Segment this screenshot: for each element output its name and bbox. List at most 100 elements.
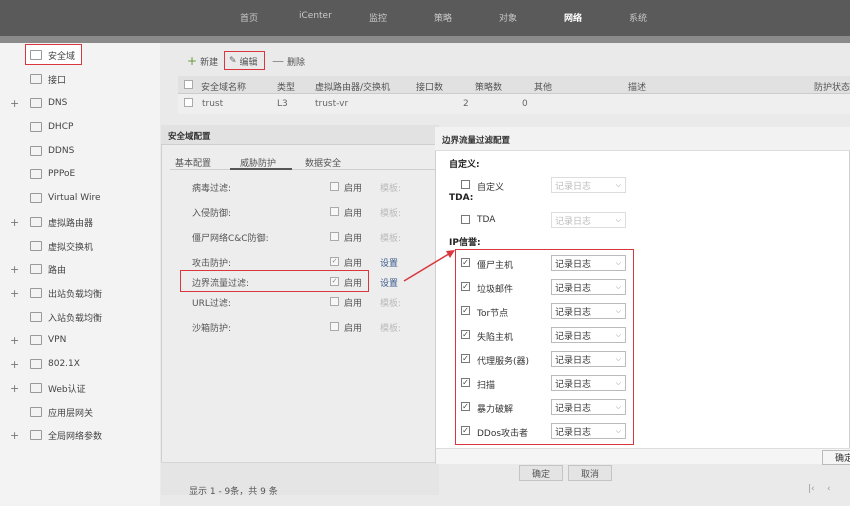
prev-page-icon[interactable]: ‹: [827, 484, 831, 494]
boundary-dialog-footer: [436, 448, 850, 464]
cell-policy-count: 0: [522, 99, 528, 109]
sub-header-bar: [0, 36, 850, 43]
threat-enable-checkbox[interactable]: [330, 232, 339, 241]
enable-label: 启用: [344, 259, 363, 269]
enable-label: 启用: [344, 184, 363, 194]
nav-icenter[interactable]: iCenter: [299, 11, 332, 21]
threat-row-label: URL过滤:: [192, 299, 231, 309]
threat-enable-checkbox[interactable]: [330, 182, 339, 191]
threat-enable-checkbox[interactable]: [330, 207, 339, 216]
boundary-ok-button[interactable]: 确定: [822, 450, 850, 465]
custom-action-select[interactable]: 记录日志 ⌵: [551, 177, 626, 193]
col-type[interactable]: 类型: [277, 80, 295, 93]
custom-heading: 自定义:: [449, 160, 480, 170]
nav-home[interactable]: 首页: [240, 11, 258, 24]
sidebar-item[interactable]: 接口: [0, 68, 160, 90]
sidebar-item[interactable]: Virtual Wire: [0, 187, 160, 209]
expand-icon[interactable]: +: [10, 334, 20, 347]
expand-icon[interactable]: +: [10, 287, 20, 300]
select-all-checkbox[interactable]: [184, 80, 193, 89]
col-if-count[interactable]: 接口数: [416, 80, 443, 93]
pppoe-icon: [30, 169, 42, 179]
col-policy-count[interactable]: 策略数: [475, 80, 502, 93]
template-label: 模板:: [380, 324, 402, 334]
chevron-down-icon: ⌵: [615, 216, 621, 224]
sidebar-item[interactable]: + 路由: [0, 258, 160, 280]
col-zone-name[interactable]: 安全域名称: [201, 80, 246, 93]
nav-policy[interactable]: 策略: [434, 11, 452, 24]
threat-enable-checkbox[interactable]: [330, 322, 339, 331]
virtual-router-icon: [30, 217, 42, 227]
nav-monitor[interactable]: 监控: [369, 11, 387, 24]
threat-row-label: 入侵防御:: [192, 209, 232, 219]
threat-row-label: 病毒过滤:: [192, 184, 232, 194]
threat-row-label: 攻击防护:: [192, 259, 232, 269]
sidebar-item-label: Web认证: [48, 384, 86, 395]
sidebar-item[interactable]: 安全域: [0, 44, 160, 66]
sidebar-item[interactable]: + DNS: [0, 92, 160, 114]
ip-reputation-heading: IP信誉:: [449, 238, 481, 248]
zone-cancel-button[interactable]: 取消: [568, 465, 612, 481]
expand-icon[interactable]: +: [10, 429, 20, 442]
nav-system[interactable]: 系统: [629, 11, 647, 24]
template-label: 模板:: [380, 234, 402, 244]
expand-icon[interactable]: +: [10, 263, 20, 276]
threat-row-label: 沙箱防护:: [192, 324, 232, 334]
virtual-switch-icon: [30, 241, 42, 251]
nav-object[interactable]: 对象: [499, 11, 517, 24]
interface-icon: [30, 74, 42, 84]
col-other[interactable]: 其他: [534, 80, 552, 93]
expand-icon[interactable]: +: [10, 358, 20, 371]
sidebar-item[interactable]: + 虚拟路由器: [0, 211, 160, 233]
sidebar-item[interactable]: 虚拟交换机: [0, 235, 160, 257]
inbound-lb-icon: [30, 312, 42, 322]
sidebar-item[interactable]: + 全局网络参数: [0, 424, 160, 446]
custom-checkbox[interactable]: [461, 180, 470, 189]
sidebar-item[interactable]: + 出站负载均衡: [0, 282, 160, 304]
settings-link[interactable]: 设置: [380, 256, 398, 269]
sidebar-item[interactable]: + Web认证: [0, 377, 160, 399]
edit-highlight-box: [224, 51, 265, 70]
sidebar-item-label: 虚拟交换机: [48, 242, 94, 253]
expand-icon[interactable]: +: [10, 382, 20, 395]
sidebar-item-label: 安全域: [48, 51, 76, 62]
tda-action-select[interactable]: 记录日志 ⌵: [551, 212, 626, 228]
sidebar-item[interactable]: DHCP: [0, 116, 160, 138]
settings-link[interactable]: 设置: [380, 276, 398, 289]
sidebar-item[interactable]: + VPN: [0, 329, 160, 351]
sidebar-item[interactable]: 应用层网关: [0, 401, 160, 423]
sidebar-item-label: 802.1X: [48, 359, 80, 369]
cell-vrouter: trust-vr: [315, 99, 349, 109]
threat-enable-checkbox[interactable]: [330, 297, 339, 306]
delete-button[interactable]: — 删除: [272, 52, 305, 70]
sidebar-item-label: 路由: [48, 265, 67, 276]
enable-label: 启用: [344, 299, 363, 309]
expand-icon[interactable]: +: [10, 97, 20, 110]
enable-label: 启用: [344, 234, 363, 244]
expand-icon[interactable]: +: [10, 216, 20, 229]
boundary-filter-highlight-box: [180, 270, 369, 292]
enable-label: 启用: [344, 324, 363, 334]
first-page-icon[interactable]: |‹: [808, 484, 815, 494]
row-checkbox[interactable]: [184, 98, 193, 107]
sidebar-item-label: 出站负载均衡: [48, 289, 103, 300]
boundary-dialog-titlebar: 边界流量过滤配置: [435, 127, 850, 151]
new-button[interactable]: + 新建: [187, 52, 218, 70]
col-description[interactable]: 描述: [628, 80, 646, 93]
col-vrouter[interactable]: 虚拟路由器/交换机: [315, 80, 390, 93]
outbound-lb-icon: [30, 288, 42, 298]
route-icon: [30, 264, 42, 274]
tda-checkbox[interactable]: [461, 215, 470, 224]
zone-ok-button[interactable]: 确定: [519, 465, 563, 481]
sidebar-item[interactable]: 入站负载均衡: [0, 306, 160, 328]
sidebar-item[interactable]: DDNS: [0, 140, 160, 162]
tab-data-security[interactable]: 数据安全: [305, 156, 341, 169]
sidebar-item[interactable]: PPPoE: [0, 163, 160, 185]
col-protect-status[interactable]: 防护状态: [814, 80, 850, 93]
zone-dialog-titlebar: 安全域配置: [161, 125, 439, 145]
sidebar-item[interactable]: +802.1X: [0, 353, 160, 375]
sidebar-item-label: DDNS: [48, 146, 75, 156]
tab-basic[interactable]: 基本配置: [175, 156, 211, 169]
threat-enable-checkbox[interactable]: ✓: [330, 257, 339, 266]
nav-network[interactable]: 网络: [564, 11, 582, 24]
